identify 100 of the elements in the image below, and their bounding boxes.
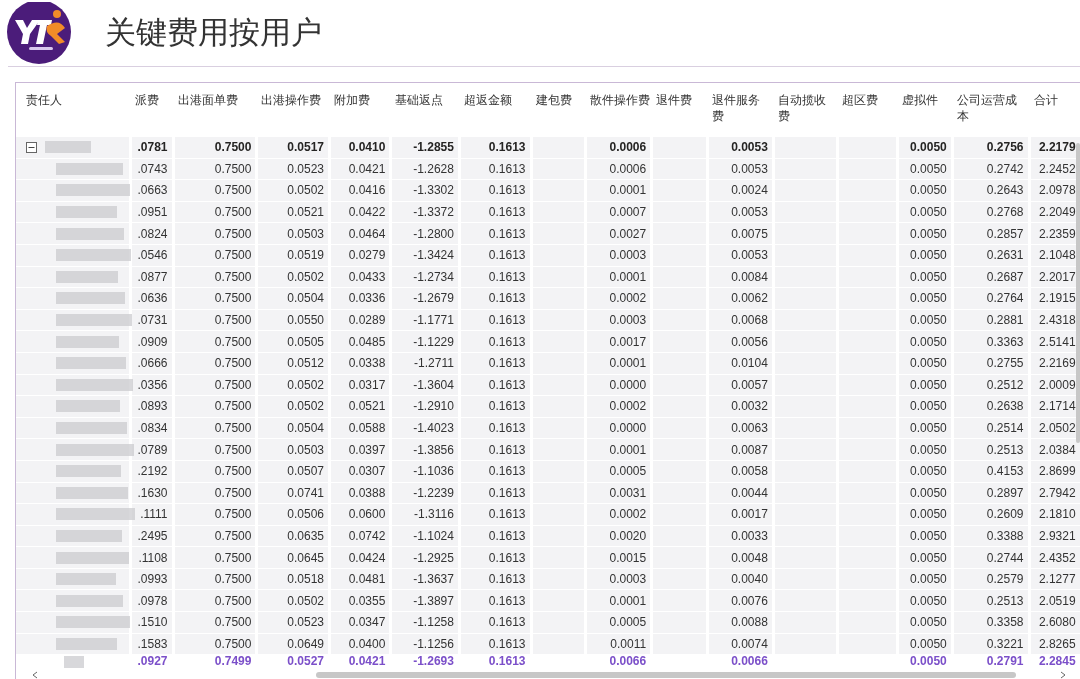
table-cell: -1.3372 — [413, 205, 454, 220]
column-header[interactable]: 退件服务费 — [709, 84, 772, 136]
table-cell: .2192 — [137, 464, 168, 479]
total-cell: 0.1613 — [488, 654, 526, 669]
scroll-right-icon[interactable] — [1060, 671, 1066, 679]
column-header[interactable]: 虚拟件 — [898, 84, 951, 136]
column-header[interactable]: 散件操作费 — [586, 84, 651, 136]
table-cell: 0.0006 — [609, 161, 647, 176]
table-cell: -1.1024 — [413, 529, 454, 543]
table-cell: 2.4318 — [1038, 313, 1076, 328]
table-cell: 0.0050 — [910, 572, 947, 587]
table-cell: 0.1613 — [488, 593, 526, 608]
table-cell: 0.2631 — [986, 248, 1024, 263]
column-header[interactable]: 基础返点 — [392, 84, 458, 136]
total-cell: -1.2693 — [413, 654, 454, 669]
redacted-name-block — [56, 573, 116, 586]
column-header[interactable]: 附加费 — [331, 84, 390, 136]
table-cell: 0.0053 — [731, 205, 768, 220]
table-cell: .0356 — [137, 377, 168, 392]
table-cell: 0.0397 — [348, 442, 386, 457]
table-cell: 2.9321 — [1038, 529, 1076, 543]
table-cell: 0.0506 — [287, 507, 325, 522]
table-cell: 0.0050 — [910, 464, 947, 479]
column-header[interactable]: 合计 — [1030, 84, 1080, 136]
redacted-name-block — [56, 162, 123, 175]
table-cell: 0.2768 — [986, 205, 1024, 220]
column-header[interactable]: 责任人 — [16, 84, 129, 136]
column-header[interactable]: 自动揽收费 — [774, 84, 837, 136]
table-cell: 0.1613 — [488, 248, 526, 263]
table-cell: 0.0058 — [731, 464, 768, 479]
table-cell: 0.2742 — [986, 161, 1024, 176]
table-cell: 0.3363 — [986, 334, 1024, 349]
horizontal-scrollbar[interactable] — [316, 672, 1016, 678]
table-cell: 0.0024 — [731, 183, 768, 198]
table-cell: 0.0279 — [348, 248, 386, 263]
table-cell: 0.1613 — [488, 226, 526, 241]
total-cell: 0.2791 — [986, 654, 1024, 669]
vertical-scrollbar[interactable] — [1076, 143, 1080, 443]
table-cell: 0.0338 — [348, 356, 386, 371]
table-cell: 0.1613 — [488, 615, 526, 630]
table-cell: 0.1613 — [488, 140, 526, 155]
column-header[interactable]: 派费 — [131, 84, 172, 136]
table-cell: 0.0050 — [910, 550, 947, 565]
table-cell: 0.0485 — [348, 334, 386, 349]
table-cell: 0.0421 — [348, 161, 386, 176]
table-cell: 0.0400 — [348, 636, 386, 651]
scroll-left-icon[interactable] — [32, 671, 38, 679]
table-cell: 0.7500 — [214, 248, 252, 263]
table-cell: 0.2687 — [986, 269, 1024, 284]
table-cell: 0.0307 — [348, 464, 386, 479]
table-cell: 0.0410 — [348, 140, 386, 155]
table-cell: 0.0502 — [287, 183, 325, 198]
table-cell: -1.3856 — [413, 442, 454, 457]
column-header[interactable]: 出港操作费 — [258, 84, 329, 136]
table-cell: 0.1613 — [488, 507, 526, 522]
table-cell: .0663 — [137, 183, 168, 198]
collapse-icon[interactable] — [26, 141, 37, 153]
column-header[interactable]: 超区费 — [839, 84, 896, 136]
table-cell: 0.7500 — [214, 485, 252, 500]
table-cell: 0.0741 — [287, 485, 325, 500]
column-header[interactable]: 退件费 — [653, 84, 707, 136]
table-cell: 0.1613 — [488, 377, 526, 392]
column-header[interactable]: 超返金额 — [460, 84, 530, 136]
table-cell: 0.0001 — [609, 593, 647, 608]
table-cell: 0.0521 — [287, 205, 325, 220]
total-cell: 0.7499 — [214, 654, 252, 669]
table-cell: 2.1277 — [1038, 572, 1076, 587]
total-cell: 0.0050 — [910, 654, 947, 669]
table-cell: 0.0050 — [910, 442, 947, 457]
table-cell: 0.7500 — [214, 356, 252, 371]
table-cell: 0.7500 — [214, 507, 252, 522]
table-cell: 0.0502 — [287, 399, 325, 414]
table-cell: 0.0050 — [910, 356, 947, 371]
redacted-name-block — [56, 530, 122, 542]
table-cell: 0.0001 — [609, 442, 647, 457]
table-cell: 0.2643 — [986, 183, 1024, 198]
table-cell: 0.0033 — [731, 529, 768, 543]
column-header[interactable]: 建包费 — [532, 84, 584, 136]
table-cell: 0.2744 — [986, 550, 1024, 565]
table-cell: .0893 — [137, 399, 168, 414]
table-cell: 2.2452 — [1038, 161, 1076, 176]
table-cell: 0.0502 — [287, 269, 325, 284]
redacted-name-block — [56, 227, 124, 240]
table-cell: 0.7500 — [214, 377, 252, 392]
table-cell: 0.0027 — [609, 226, 647, 241]
table-cell: -1.2679 — [413, 291, 454, 306]
table-cell: -1.2239 — [413, 485, 454, 500]
table-cell: 0.2881 — [986, 313, 1024, 328]
table-cell: 0.0416 — [348, 183, 386, 198]
table-cell: 0.7500 — [214, 615, 252, 630]
table-cell: .1111 — [140, 507, 168, 522]
column-header[interactable]: 公司运营成本 — [953, 84, 1028, 136]
table-cell: 0.7500 — [214, 529, 252, 543]
table-cell: 0.2756 — [986, 140, 1024, 155]
table-cell: -1.3897 — [413, 593, 454, 608]
table-cell: .0993 — [137, 572, 168, 587]
table-cell: 2.6080 — [1038, 615, 1076, 630]
redacted-name-block — [56, 335, 119, 348]
table-cell: 0.0063 — [731, 421, 768, 435]
column-header[interactable]: 出港面单费 — [174, 84, 256, 136]
